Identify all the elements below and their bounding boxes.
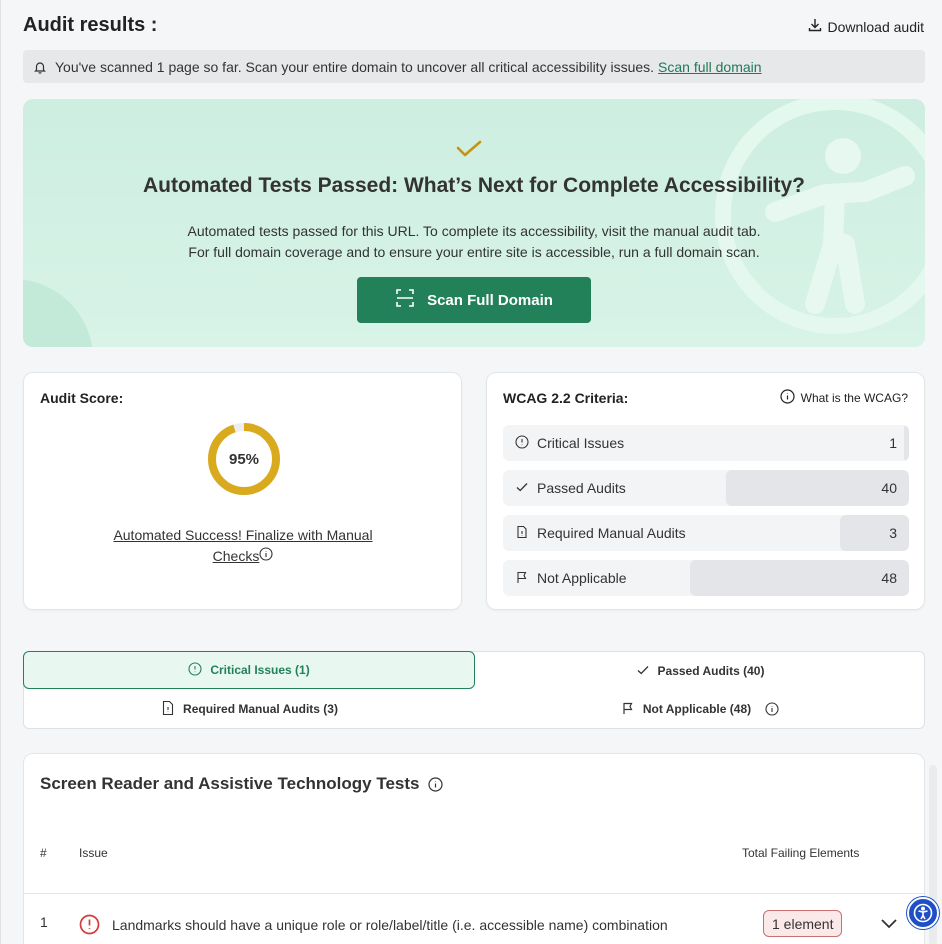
download-audit-button[interactable]: Download audit — [807, 17, 924, 36]
page-title: Audit results : — [23, 14, 158, 36]
scan-notice-banner: You've scanned 1 page so far. Scan your … — [23, 50, 925, 83]
banner-description: Automated tests passed for this URL. To … — [23, 221, 925, 263]
criteria-row-critical[interactable]: Critical Issues 1 — [503, 425, 909, 461]
tab-critical-issues[interactable]: Critical Issues (1) — [23, 651, 475, 689]
criteria-bar — [839, 515, 909, 551]
table-row[interactable]: Landmarks should have a unique role or r… — [79, 914, 668, 935]
flag-icon — [515, 570, 529, 587]
column-header-number: # — [40, 846, 47, 860]
accessibility-figure-icon — [715, 99, 925, 339]
tab-label: Not Applicable (48) — [642, 702, 752, 716]
criteria-label: Not Applicable — [537, 570, 627, 586]
tab-label: Required Manual Audits (3) — [183, 702, 338, 716]
error-icon — [79, 914, 100, 935]
criteria-label-wrap: Not Applicable — [515, 560, 627, 596]
check-icon — [515, 480, 529, 497]
info-icon[interactable] — [427, 776, 443, 792]
flag-icon — [621, 701, 635, 718]
decorative-blob — [23, 279, 93, 347]
audit-results-page: Audit results : Download audit You've sc… — [0, 0, 942, 944]
criteria-label-wrap: Critical Issues — [515, 425, 624, 461]
wcag-title: WCAG 2.2 Criteria: — [503, 390, 629, 406]
audit-tabs: Critical Issues (1) Passed Audits (40) R… — [23, 651, 925, 729]
banner-line-2: For full domain coverage and to ensure y… — [188, 244, 760, 260]
row-number: 1 — [40, 914, 48, 930]
check-icon — [636, 663, 650, 680]
screen-reader-tests-card: Screen Reader and Assistive Technology T… — [23, 753, 925, 944]
column-header-failing: Total Failing Elements — [742, 846, 860, 860]
criteria-row-not-applicable[interactable]: Not Applicable 48 — [503, 560, 909, 596]
document-icon — [161, 700, 175, 719]
tab-not-applicable[interactable]: Not Applicable (48) — [475, 690, 925, 728]
what-is-wcag-button[interactable]: What is the WCAG? — [780, 389, 908, 407]
wcag-criteria-card: WCAG 2.2 Criteria: What is the WCAG? Cri… — [486, 372, 925, 610]
criteria-value: 3 — [889, 525, 897, 541]
download-icon — [807, 17, 823, 36]
score-value: 95% — [228, 450, 260, 468]
criteria-row-passed[interactable]: Passed Audits 40 — [503, 470, 909, 506]
tab-label: Critical Issues (1) — [210, 663, 310, 677]
issue-text: Landmarks should have a unique role or r… — [112, 916, 668, 933]
criteria-label: Passed Audits — [537, 480, 626, 496]
failing-elements-badge: 1 element — [763, 910, 843, 937]
info-icon[interactable] — [765, 702, 779, 716]
criteria-row-manual[interactable]: Required Manual Audits 3 — [503, 515, 909, 551]
automated-tests-banner: Automated Tests Passed: What’s Next for … — [23, 99, 925, 347]
alert-circle-icon — [515, 434, 529, 452]
section-title-wrap: Screen Reader and Assistive Technology T… — [40, 774, 443, 794]
audit-score-title: Audit Score: — [40, 390, 124, 406]
section-title: Screen Reader and Assistive Technology T… — [40, 774, 420, 793]
tab-required-manual-audits[interactable]: Required Manual Audits (3) — [24, 690, 475, 728]
tab-passed-audits[interactable]: Passed Audits (40) — [475, 652, 925, 690]
accessibility-widget-button[interactable] — [907, 897, 939, 929]
scan-full-domain-link[interactable]: Scan full domain — [658, 59, 762, 75]
notice-text: You've scanned 1 page so far. Scan your … — [55, 58, 655, 75]
manual-checks-line-2-wrap: Checks — [84, 546, 402, 567]
scan-full-domain-label: Scan Full Domain — [427, 291, 553, 309]
criteria-bar — [904, 425, 909, 461]
criteria-label: Required Manual Audits — [537, 525, 686, 541]
manual-checks-line-1: Automated Success! Finalize with Manual — [113, 527, 373, 543]
criteria-label-wrap: Passed Audits — [515, 470, 626, 506]
scan-full-domain-button[interactable]: Scan Full Domain — [357, 277, 591, 323]
manual-checks-link[interactable]: Automated Success! Finalize with Manual … — [84, 525, 402, 567]
criteria-label: Critical Issues — [537, 435, 625, 451]
scan-icon — [395, 288, 415, 312]
checkmark-icon — [456, 139, 482, 164]
criteria-label-wrap: Required Manual Audits — [515, 515, 686, 551]
criteria-value: 48 — [881, 570, 897, 586]
audit-score-card: Audit Score: 95% Automated Success! Fina… — [23, 372, 462, 610]
criteria-value: 40 — [881, 480, 897, 496]
download-audit-label: Download audit — [827, 18, 924, 35]
info-icon[interactable] — [259, 547, 273, 564]
banner-title: Automated Tests Passed: What’s Next for … — [142, 174, 806, 197]
criteria-value: 1 — [889, 435, 897, 451]
table-divider — [24, 893, 924, 894]
manual-checks-line-2: Checks — [212, 548, 260, 564]
accessibility-icon — [913, 903, 933, 923]
tab-label: Passed Audits (40) — [657, 664, 765, 678]
bell-icon — [33, 60, 47, 74]
info-icon — [780, 389, 795, 407]
banner-line-1: Automated tests passed for this URL. To … — [187, 223, 761, 239]
column-header-issue: Issue — [79, 846, 108, 860]
chevron-down-icon[interactable] — [880, 916, 898, 934]
document-icon — [515, 525, 529, 542]
criteria-bar — [689, 560, 909, 596]
alert-circle-icon — [188, 661, 202, 679]
what-is-wcag-label: What is the WCAG? — [800, 391, 908, 405]
